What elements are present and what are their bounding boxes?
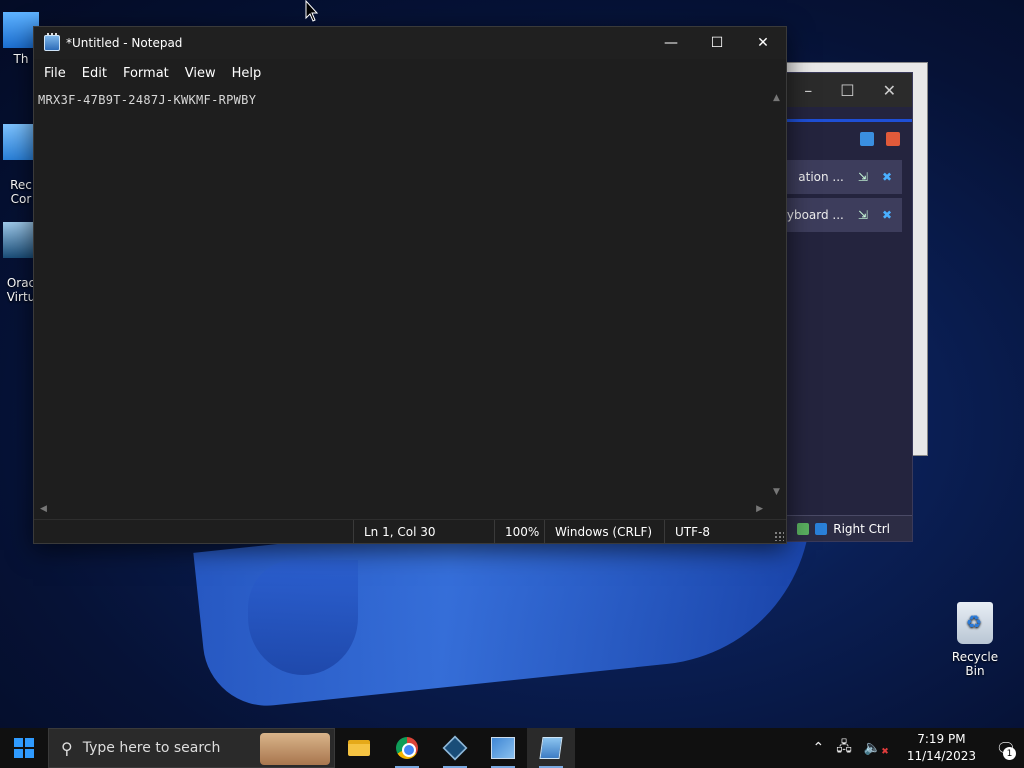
editor-content[interactable]: MRX3F-47B9T-2487J-KWKMF-RPWBY [38,93,256,107]
background-window-virtualbox[interactable]: – ☐ ✕ ation ... ⇲ ✖ keyboard ... ⇲ ✖ Rig… [770,72,913,542]
background-window-statusbar: Right Ctrl [771,515,912,541]
desktop-icon-label: Th [13,52,29,66]
minimize-button[interactable]: — [648,27,694,59]
scroll-up-icon[interactable]: ▲ [773,93,780,103]
search-placeholder: Type here to search [82,740,221,756]
wallpaper-swirl-tail [248,560,358,675]
list-item[interactable]: keyboard ... ⇲ ✖ [771,198,902,232]
text-editor-area[interactable]: MRX3F-47B9T-2487J-KWKMF-RPWBY ▲ ▼ [34,87,786,499]
clock[interactable]: 7:19 PM 11/14/2023 [895,731,988,765]
taskbar-vm-window[interactable] [479,728,527,768]
menu-format[interactable]: Format [115,66,177,81]
status-zoom: 100% [494,520,544,543]
pin-icon[interactable]: ⇲ [858,208,868,222]
status-cursor-position: Ln 1, Col 30 [353,520,494,543]
maximize-icon[interactable]: ☐ [840,81,854,100]
remove-icon[interactable]: ✖ [882,170,892,184]
scroll-down-icon[interactable]: ▼ [773,487,780,497]
taskbar-virtualbox[interactable] [431,728,479,768]
folder-icon [348,740,370,756]
resize-grip-icon[interactable] [774,531,784,541]
list-item-label: ation ... [798,170,844,184]
search-highlight-image [260,733,330,765]
taskbar-chrome[interactable] [383,728,431,768]
notification-badge: 1 [1003,747,1016,760]
pin-icon[interactable]: ⇲ [858,170,868,184]
vertical-scrollbar[interactable]: ▲ ▼ [769,87,786,499]
notepad-icon [44,33,60,51]
window-title: *Untitled - Notepad [66,36,183,50]
close-icon[interactable]: ✕ [883,81,896,100]
status-encoding: UTF-8 [664,520,786,543]
scroll-right-icon[interactable]: ▶ [756,504,763,514]
download-icon [815,522,828,535]
clock-time: 7:19 PM [917,732,966,746]
status-spacer [34,520,353,543]
menu-edit[interactable]: Edit [74,66,115,81]
notepad-window[interactable]: *Untitled - Notepad — ☐ ✕ File Edit Form… [33,26,787,544]
list-item[interactable]: ation ... ⇲ ✖ [771,160,902,194]
network-icon [797,522,810,535]
scroll-left-icon[interactable]: ◀ [40,504,47,514]
mouse-cursor-icon [305,0,319,22]
tools-icon[interactable] [886,132,900,146]
remove-icon[interactable]: ✖ [882,208,892,222]
taskbar-search-box[interactable]: ⚲ Type here to search [48,728,335,768]
clock-date: 11/14/2023 [906,749,976,763]
minimize-icon: — [664,35,678,51]
chrome-icon [396,737,418,759]
background-window-titlebar[interactable]: – ☐ ✕ [771,73,912,107]
notification-center-button[interactable]: 🗨 1 [988,728,1024,768]
menu-help[interactable]: Help [224,66,270,81]
desktop-icon-recycle-bin[interactable]: Recycle Bin [942,602,1008,678]
vm-window-icon [491,737,515,759]
background-window-toolbar [771,122,912,156]
maximize-icon: ☐ [710,35,724,51]
search-icon: ⚲ [61,738,73,758]
close-icon: ✕ [757,35,769,51]
taskbar: ⚲ Type here to search ⌃ 🖧 🔈 ✖ 7:19 PM 11/… [0,728,1024,768]
notepad-icon [539,737,563,759]
windows-logo-icon [14,738,34,758]
host-key-label: Right Ctrl [833,521,890,536]
desktop-icon-label: Rec Cor [10,178,32,206]
desktop-icon-label: Orac Virtu [6,276,36,304]
muted-indicator-icon: ✖ [881,747,889,757]
network-icon[interactable]: 🖧 [830,736,858,760]
menu-bar: File Edit Format View Help [34,59,786,87]
virtualbox-icon [442,735,468,761]
desktop-icon-label: Recycle Bin [951,650,999,678]
notepad-titlebar[interactable]: *Untitled - Notepad — ☐ ✕ [34,27,786,59]
start-button[interactable] [0,728,48,768]
chevron-up-icon[interactable]: ⌃ [806,740,830,756]
sort-icon[interactable] [860,132,874,146]
system-tray: ⌃ 🖧 🔈✖ 7:19 PM 11/14/2023 🗨 1 [806,728,1024,768]
minimize-icon[interactable]: – [804,81,812,100]
recycle-bin-icon [957,602,993,644]
taskbar-notepad[interactable] [527,728,575,768]
status-bar: Ln 1, Col 30 100% Windows (CRLF) UTF-8 [34,519,786,543]
menu-view[interactable]: View [177,66,224,81]
horizontal-scrollbar[interactable]: ◀ ▶ [34,502,769,519]
taskbar-file-explorer[interactable] [335,728,383,768]
close-button[interactable]: ✕ [740,27,786,59]
menu-file[interactable]: File [36,66,74,81]
status-line-ending: Windows (CRLF) [544,520,664,543]
maximize-button[interactable]: ☐ [694,27,740,59]
